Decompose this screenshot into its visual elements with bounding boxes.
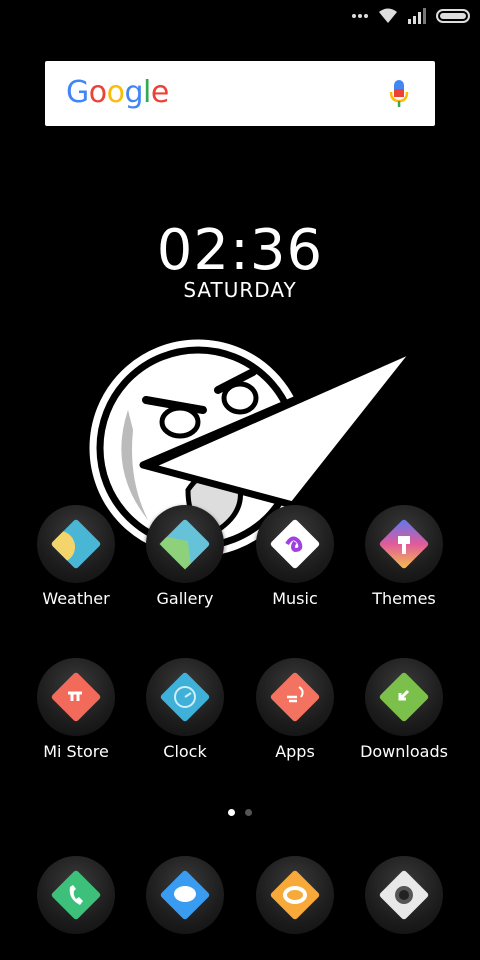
app-icon-bg	[37, 505, 115, 583]
wifi-icon	[379, 8, 397, 23]
browser-icon	[270, 870, 320, 920]
clock-day: SATURDAY	[183, 278, 297, 302]
gallery-icon	[159, 519, 210, 570]
app-icon-bg	[256, 856, 334, 934]
battery-icon	[436, 9, 470, 23]
app-themes[interactable]: Themes	[349, 505, 459, 608]
apps-icon	[270, 672, 320, 722]
phone-icon	[51, 870, 101, 920]
status-icons	[352, 8, 472, 24]
themes-icon	[379, 519, 429, 569]
messaging-icon	[160, 870, 210, 920]
signal-icon	[408, 8, 426, 24]
google-logo-letter: o	[88, 75, 107, 110]
app-label: Downloads	[360, 742, 448, 761]
google-logo-letter: G	[66, 75, 89, 110]
app-apps[interactable]: Apps	[240, 658, 350, 761]
app-icon-bg	[146, 505, 224, 583]
status-bar	[0, 0, 480, 34]
camera-icon	[379, 870, 429, 920]
dock-camera[interactable]	[349, 856, 459, 934]
app-icon-bg	[37, 856, 115, 934]
clock-time[interactable]: 02:36	[0, 218, 480, 283]
app-weather[interactable]: Weather	[21, 505, 131, 608]
more-notifications-icon	[352, 14, 368, 18]
dock-phone[interactable]	[21, 856, 131, 934]
google-logo-letter: e	[150, 75, 169, 110]
app-label: Clock	[163, 742, 207, 761]
app-clock[interactable]: Clock	[130, 658, 240, 761]
app-label: Apps	[275, 742, 315, 761]
app-label: Themes	[372, 589, 436, 608]
dock-messaging[interactable]	[130, 856, 240, 934]
app-label: Music	[272, 589, 318, 608]
music-icon	[270, 519, 320, 569]
google-logo: Google	[66, 75, 169, 110]
app-icon-bg	[365, 505, 443, 583]
app-icon-bg	[256, 658, 334, 736]
app-icon-bg	[365, 856, 443, 934]
app-gallery[interactable]: Gallery	[130, 505, 240, 608]
clock-icon	[160, 672, 210, 722]
page-indicator	[0, 803, 480, 821]
google-search-widget[interactable]: Google	[45, 61, 435, 126]
app-music[interactable]: Music	[240, 505, 350, 608]
app-mi-store[interactable]: Mi Store	[21, 658, 131, 761]
page-dot[interactable]	[245, 809, 252, 816]
page-dot-active[interactable]	[228, 809, 235, 816]
app-icon-bg	[256, 505, 334, 583]
app-downloads[interactable]: Downloads	[349, 658, 459, 761]
app-label: Mi Store	[43, 742, 109, 761]
app-icon-bg	[37, 658, 115, 736]
microphone-icon[interactable]	[389, 79, 409, 109]
app-label: Weather	[42, 589, 110, 608]
app-label: Gallery	[156, 589, 214, 608]
dock-browser[interactable]	[240, 856, 350, 934]
google-logo-letter: o	[106, 75, 125, 110]
app-icon-bg	[146, 856, 224, 934]
app-icon-bg	[146, 658, 224, 736]
google-logo-letter: g	[124, 75, 144, 110]
weather-icon	[50, 519, 101, 569]
google-logo-letter: l	[143, 75, 151, 110]
mi-store-icon	[51, 672, 101, 722]
app-icon-bg	[365, 658, 443, 736]
downloads-icon	[379, 672, 429, 722]
